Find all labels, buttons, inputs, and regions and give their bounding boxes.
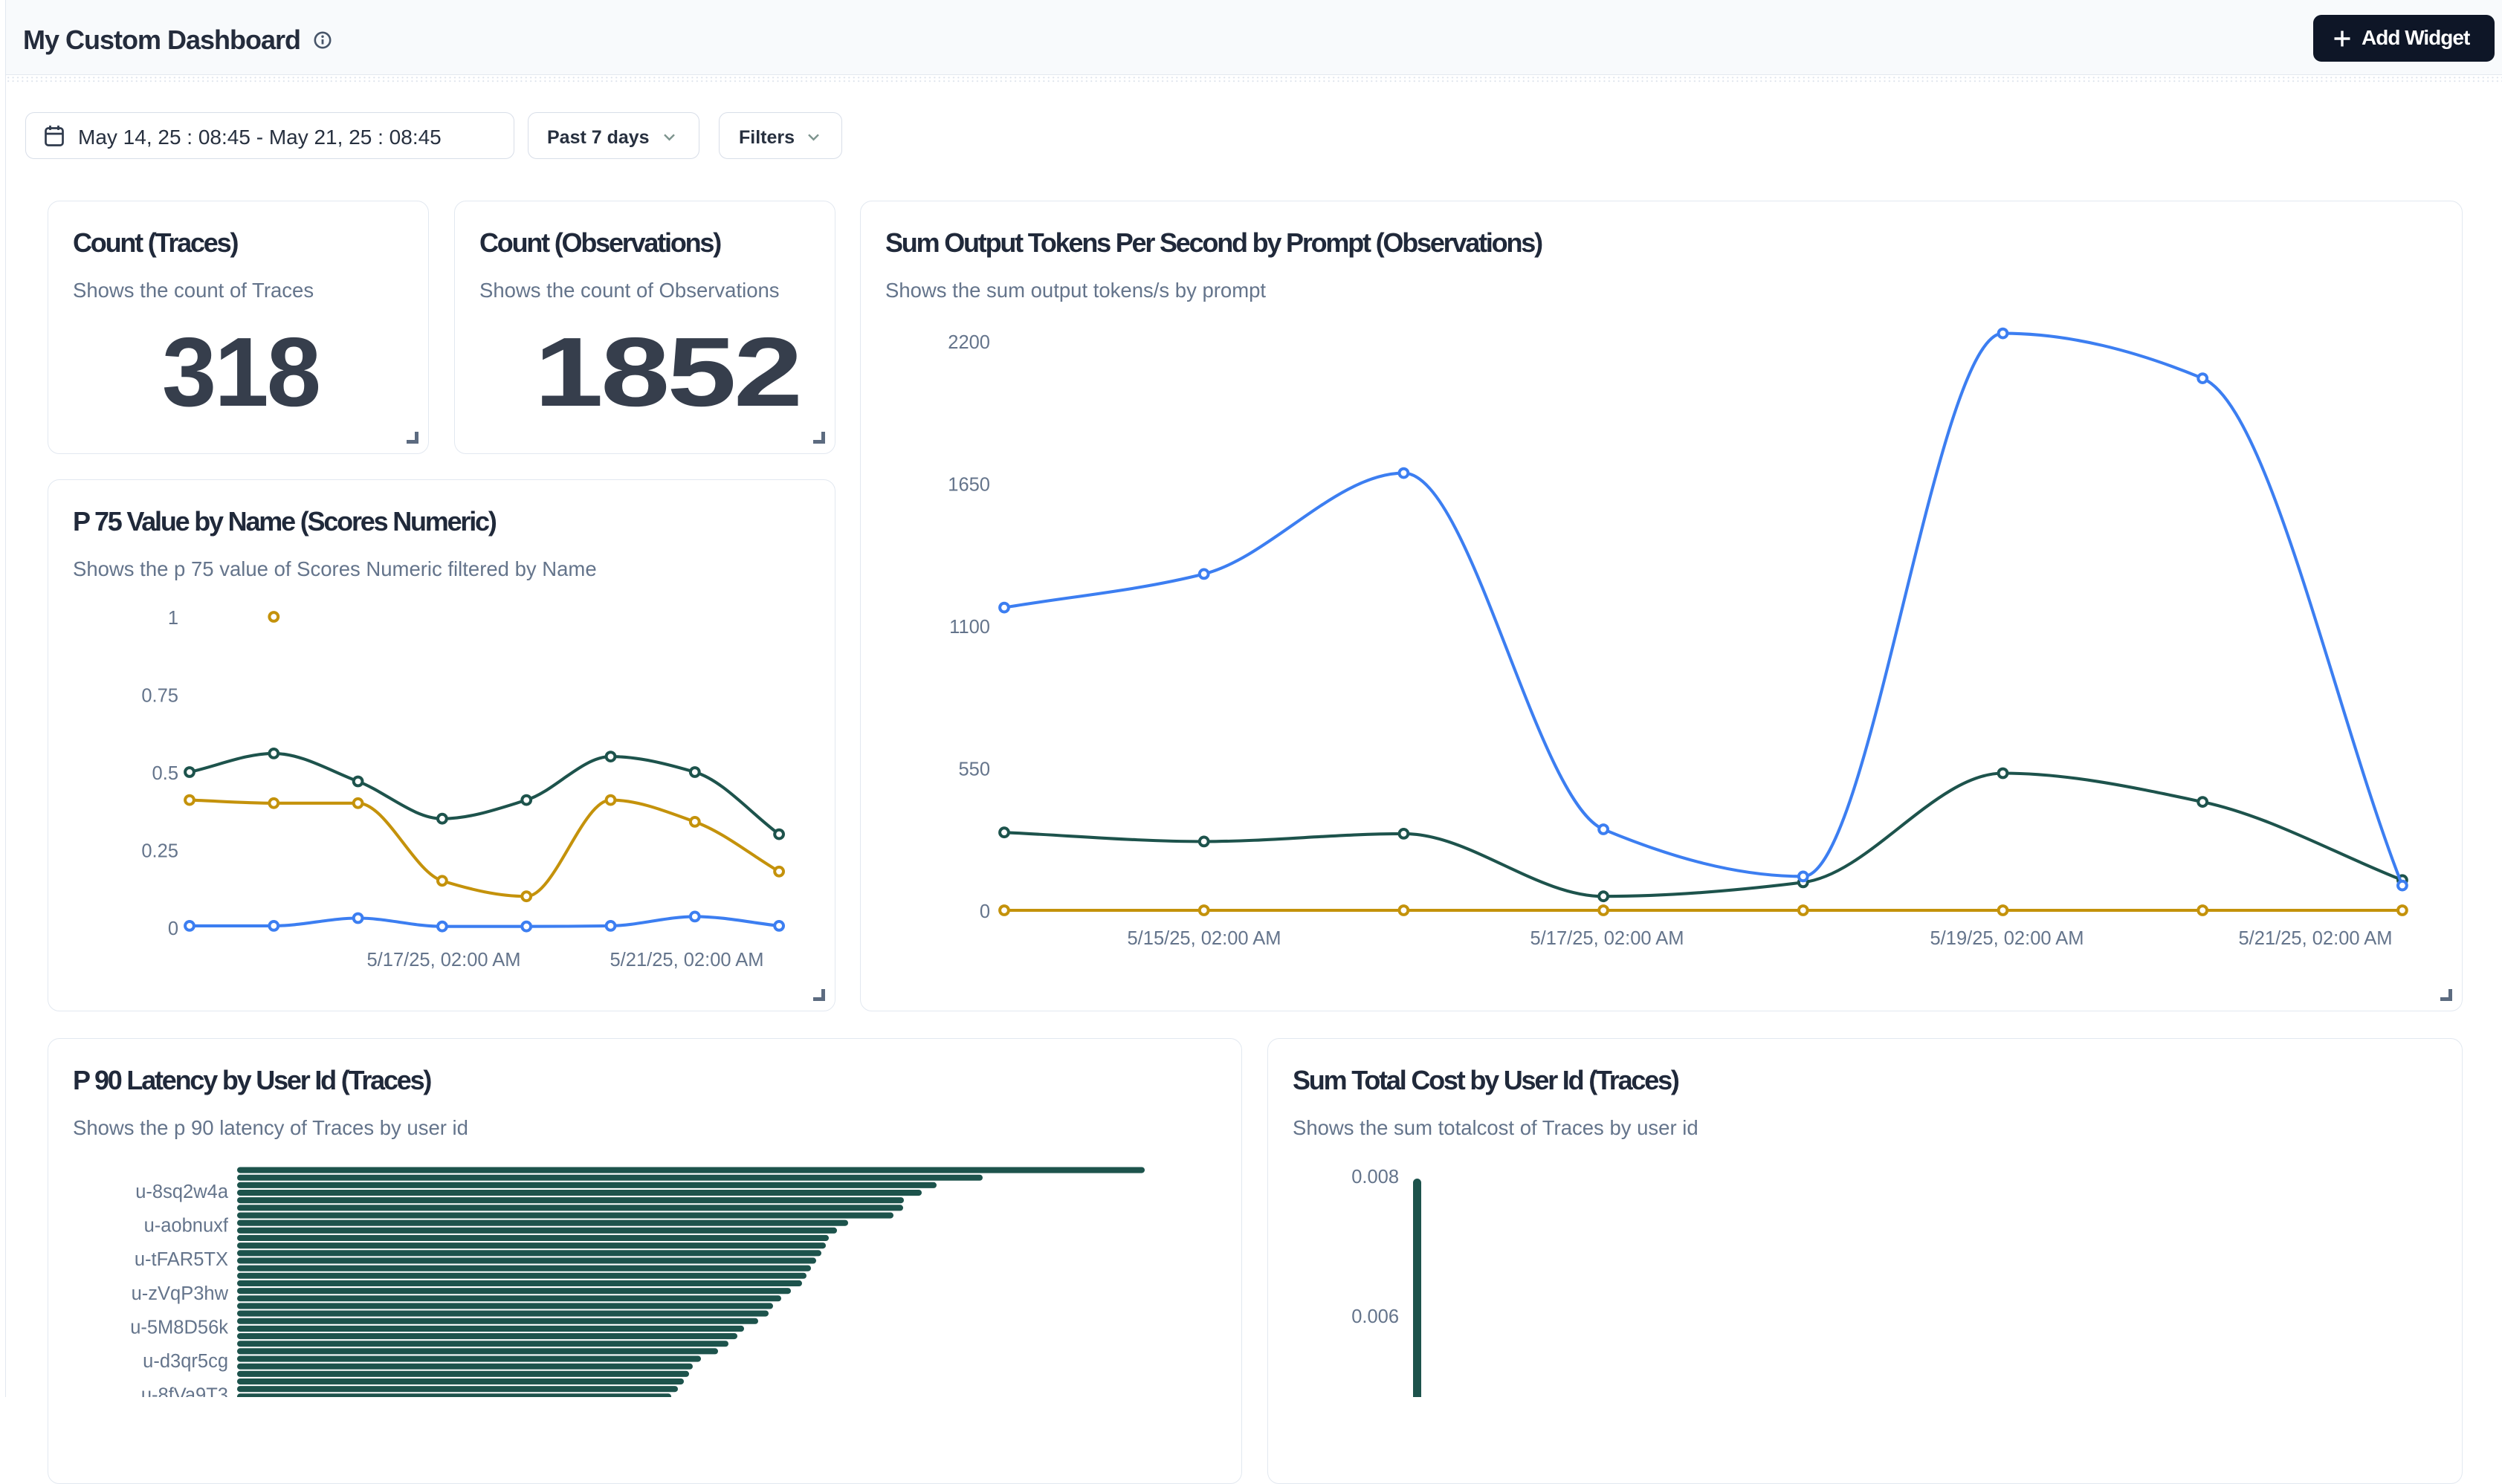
svg-text:u-tFAR5TX: u-tFAR5TX [135,1249,228,1270]
svg-text:5/17/25, 02:00 AM: 5/17/25, 02:00 AM [367,950,521,971]
svg-text:1650: 1650 [948,475,990,496]
svg-text:5/19/25, 02:00 AM: 5/19/25, 02:00 AM [1930,928,2084,949]
svg-text:5/21/25, 02:00 AM: 5/21/25, 02:00 AM [610,950,764,971]
svg-text:0: 0 [980,901,990,922]
svg-text:0.008: 0.008 [1351,1167,1399,1187]
svg-text:2200: 2200 [948,332,990,353]
svg-text:0.25: 0.25 [141,841,178,862]
svg-text:u-8sq2w4a: u-8sq2w4a [135,1182,229,1202]
svg-text:0.006: 0.006 [1351,1306,1399,1327]
svg-text:5/15/25, 02:00 AM: 5/15/25, 02:00 AM [1128,928,1281,949]
svg-text:0: 0 [168,918,178,939]
svg-text:550: 550 [958,759,990,780]
svg-text:u-d3qr5cg: u-d3qr5cg [143,1351,228,1372]
svg-text:u-8fVa9T3: u-8fVa9T3 [141,1385,228,1397]
svg-text:u-5M8D56k: u-5M8D56k [130,1317,228,1338]
svg-text:1: 1 [168,608,178,629]
svg-text:5/21/25, 02:00 AM: 5/21/25, 02:00 AM [2239,928,2393,949]
svg-text:0.5: 0.5 [152,763,178,784]
svg-text:0.75: 0.75 [141,686,178,707]
svg-text:1100: 1100 [949,617,990,638]
svg-text:5/17/25, 02:00 AM: 5/17/25, 02:00 AM [1530,928,1684,949]
svg-text:u-aobnuxf: u-aobnuxf [144,1216,229,1237]
svg-text:u-zVqP3hw: u-zVqP3hw [132,1283,229,1304]
